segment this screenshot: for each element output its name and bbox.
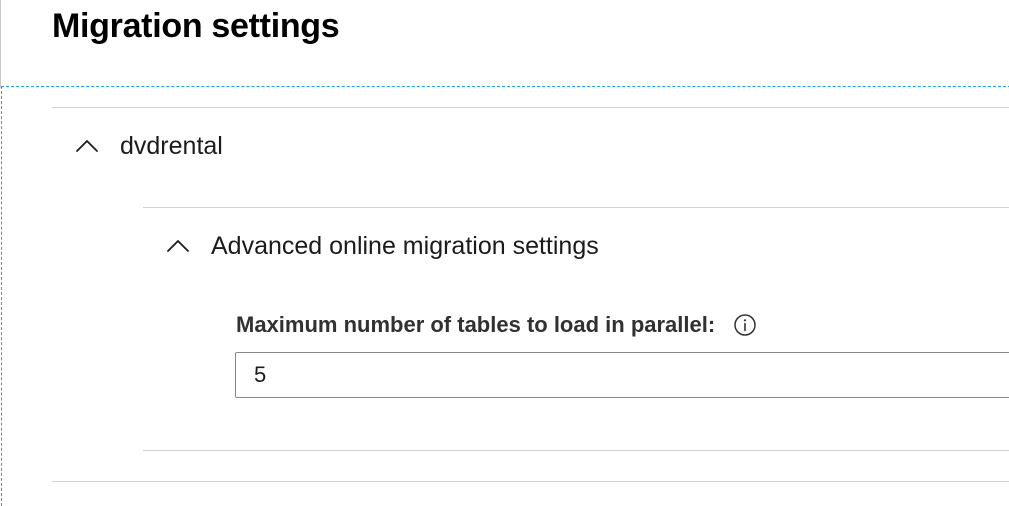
panel-left-border: [0, 0, 1, 88]
max-tables-label-row: Maximum number of tables to load in para…: [236, 312, 757, 338]
database-name: dvdrental: [120, 131, 223, 160]
advanced-settings-title: Advanced online migration settings: [211, 231, 599, 260]
divider: [52, 481, 1009, 482]
divider: [52, 107, 1009, 108]
chevron-up-icon[interactable]: [72, 131, 102, 161]
divider: [143, 450, 1009, 451]
divider: [143, 207, 1009, 208]
chevron-up-icon[interactable]: [163, 231, 193, 261]
database-section-header[interactable]: dvdrental: [72, 128, 223, 164]
max-tables-input[interactable]: [235, 352, 1009, 398]
advanced-settings-header[interactable]: Advanced online migration settings: [163, 228, 599, 264]
info-icon[interactable]: [733, 313, 757, 337]
max-tables-label: Maximum number of tables to load in para…: [236, 312, 716, 337]
page-title: Migration settings: [52, 7, 340, 45]
